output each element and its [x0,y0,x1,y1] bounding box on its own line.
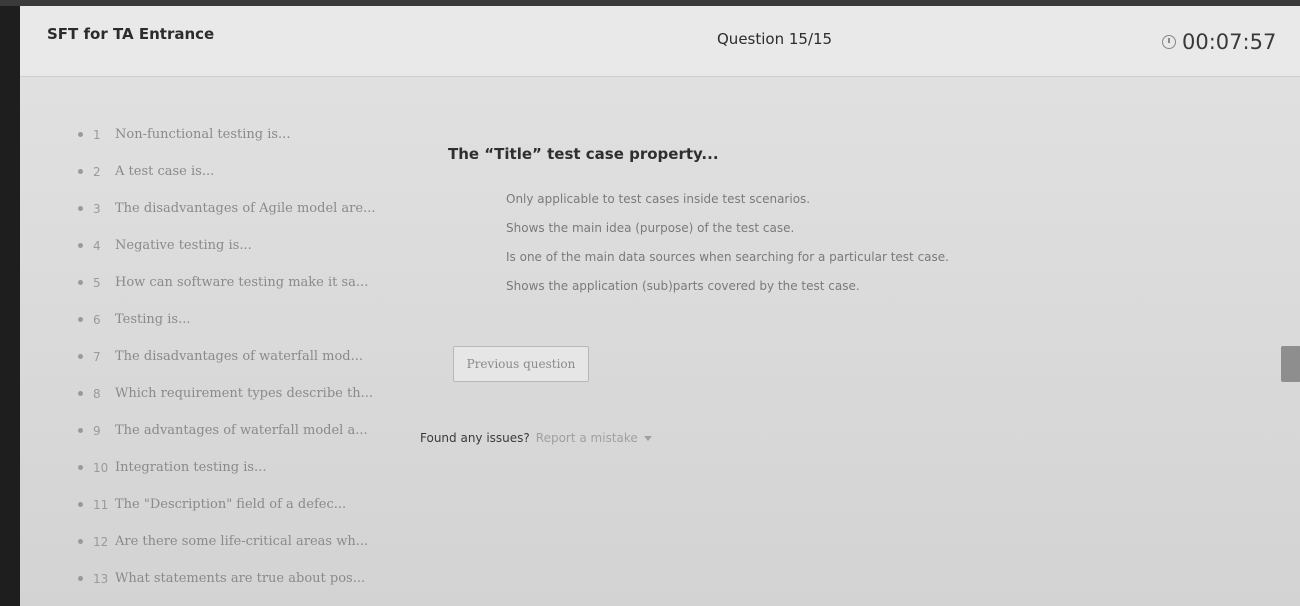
timer-text: 00:07:57 [1182,30,1277,54]
question-preview: What statements are true about pos... [115,571,366,586]
question-number: 11 [93,497,109,512]
issues-label: Found any issues? [420,431,530,445]
question-number: 6 [93,312,101,327]
answer-option[interactable]: Is one of the main data sources when sea… [506,250,949,279]
question-preview: Are there some life-critical areas wh... [115,534,369,549]
question-preview: Integration testing is... [115,460,267,475]
chevron-down-icon[interactable] [643,435,652,441]
question-number: 10 [93,460,109,475]
question-preview: Which requirement types describe th... [115,386,373,401]
bullet-icon [78,132,83,137]
question-list-item[interactable]: 13 What statements are true about pos... [78,560,408,597]
question-number: 5 [93,275,101,290]
question-number: 13 [93,571,109,586]
question-title: The “Title” test case property... [448,145,719,163]
answer-option[interactable]: Shows the application (sub)parts covered… [506,279,949,308]
report-mistake-link[interactable]: Report a mistake [536,431,638,445]
bullet-icon [78,539,83,544]
question-list-item[interactable]: 7 The disadvantages of waterfall mod... [78,338,408,375]
question-list-item[interactable]: 8 Which requirement types describe th... [78,375,408,412]
question-preview: The advantages of waterfall model a... [115,423,368,438]
question-preview: The disadvantages of waterfall mod... [115,349,364,364]
question-preview: A test case is... [115,164,215,179]
bullet-icon [78,502,83,507]
bullet-icon [78,576,83,581]
question-list-item[interactable]: 9 The advantages of waterfall model a... [78,412,408,449]
header-bar: SFT for TA Entrance Question 15/15 00:07… [20,6,1300,77]
bullet-icon [78,428,83,433]
question-list-item[interactable]: 5 How can software testing make it sa... [78,264,408,301]
bullet-icon [78,354,83,359]
question-number: 3 [93,201,101,216]
question-preview: Non-functional testing is... [115,127,291,142]
bullet-icon [78,317,83,322]
question-number: 12 [93,534,109,549]
answer-option[interactable]: Only applicable to test cases inside tes… [506,192,949,221]
question-list-item[interactable]: 3 The disadvantages of Agile model are... [78,190,408,227]
question-number: 8 [93,386,101,401]
question-preview: Testing is... [115,312,191,327]
question-number: 1 [93,127,101,142]
bullet-icon [78,243,83,248]
question-list-item[interactable]: 11 The "Description" field of a defec... [78,486,408,523]
clock-icon [1162,35,1176,49]
answer-option[interactable]: Shows the main idea (purpose) of the tes… [506,221,949,250]
question-list-item[interactable]: 6 Testing is... [78,301,408,338]
bullet-icon [78,169,83,174]
question-list-item[interactable]: 12 Are there some life-critical areas wh.… [78,523,408,560]
question-number: 9 [93,423,101,438]
question-number: 2 [93,164,101,179]
timer: 00:07:57 [1162,30,1276,54]
question-list-item[interactable]: 4 Negative testing is... [78,227,408,264]
screen: SFT for TA Entrance Question 15/15 00:07… [20,6,1300,606]
scroll-handle[interactable] [1281,346,1300,382]
question-number: 4 [93,238,101,253]
bullet-icon [78,206,83,211]
question-preview: How can software testing make it sa... [115,275,369,290]
question-preview: Negative testing is... [115,238,252,253]
question-number: 7 [93,349,101,364]
bullet-icon [78,280,83,285]
question-preview: The disadvantages of Agile model are... [115,201,376,216]
previous-question-button[interactable]: Previous question [453,346,589,382]
answer-options: Only applicable to test cases inside tes… [506,192,949,308]
app-title: SFT for TA Entrance [47,25,215,43]
bullet-icon [78,465,83,470]
bullet-icon [78,391,83,396]
question-list-item[interactable]: 2 A test case is... [78,153,408,190]
question-list-item[interactable]: 10 Integration testing is... [78,449,408,486]
question-list: 1 Non-functional testing is... 2 A test ca… [78,116,408,597]
question-preview: The "Description" field of a defec... [115,497,347,512]
question-list-item[interactable]: 1 Non-functional testing is... [78,116,408,153]
issues-footer: Found any issues? Report a mistake [420,431,652,445]
question-counter: Question 15/15 [717,30,833,48]
